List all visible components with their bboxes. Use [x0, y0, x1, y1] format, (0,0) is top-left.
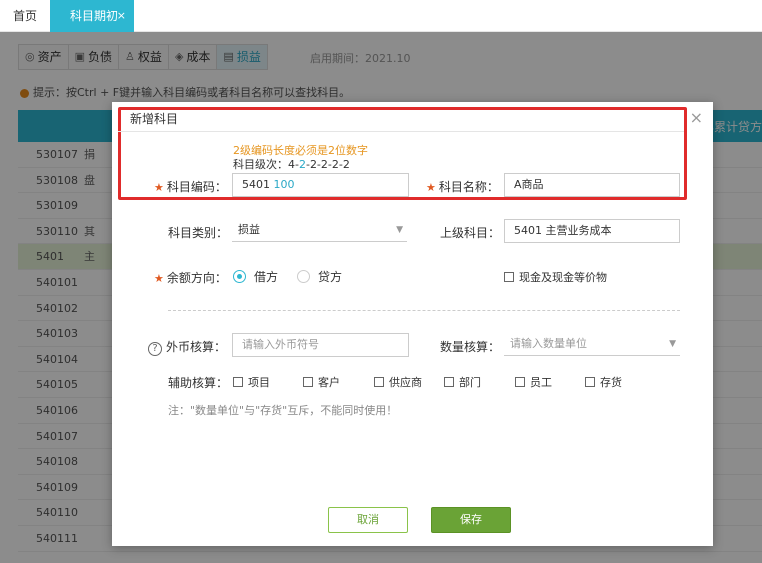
checkbox-icon [374, 377, 384, 387]
account-code-input[interactable]: 5401 100 [232, 173, 409, 197]
add-account-dialog: 新增科目 × 2级编码长度必须是2位数字 科目级次：4-2-2-2-2-2 ★ 科… [112, 102, 713, 546]
radio-checked-icon [233, 270, 246, 283]
exclusive-note: 注："数量单位"与"存货"互斥，不能同时使用！ [168, 404, 398, 417]
chevron-down-icon: ▼ [396, 225, 403, 235]
tab-opening-balance[interactable]: 科目期初 × [50, 0, 134, 32]
tab-home[interactable]: 首页 [0, 0, 50, 32]
name-label: ★ 科目名称： [426, 180, 499, 194]
account-type-select[interactable]: 损益 ▼ [232, 218, 407, 242]
direction-label: ★ 余额方向： [154, 271, 227, 285]
save-button[interactable]: 保存 [431, 507, 511, 533]
fx-label: ? 外币核算： [148, 338, 226, 356]
tab-opening-balance-label: 科目期初 [70, 9, 119, 23]
type-label: 科目类别： [168, 226, 229, 240]
parent-label: 上级科目： [440, 226, 501, 240]
checkbox-icon [444, 377, 454, 387]
aux-customer-checkbox[interactable]: 客户 [303, 374, 340, 390]
code-levels-hint: 科目级次：4-2-2-2-2-2 [233, 158, 350, 171]
required-star-icon: ★ [426, 181, 436, 194]
help-icon: ? [148, 342, 162, 356]
chevron-down-icon: ▼ [669, 339, 676, 349]
checkbox-icon [233, 377, 243, 387]
top-tab-bar: 首页 科目期初 × [0, 0, 762, 32]
aux-inventory-checkbox[interactable]: 存货 [585, 374, 622, 390]
aux-project-checkbox[interactable]: 项目 [233, 374, 270, 390]
close-icon[interactable]: × [117, 0, 126, 32]
section-divider [168, 310, 680, 311]
account-name-input[interactable]: A商品 [504, 173, 680, 197]
qty-label: 数量核算： [440, 340, 501, 354]
close-icon[interactable]: × [690, 108, 703, 127]
cash-equivalent-checkbox[interactable]: 现金及现金等价物 [504, 269, 607, 285]
dialog-title: 新增科目 [130, 112, 179, 126]
cancel-button[interactable]: 取消 [328, 507, 408, 533]
credit-radio[interactable]: 贷方 [297, 268, 342, 285]
title-divider [118, 131, 684, 132]
aux-label: 辅助核算： [168, 376, 229, 390]
qty-unit-select[interactable]: 请输入数量单位 ▼ [504, 332, 680, 356]
debit-radio[interactable]: 借方 [233, 268, 278, 285]
aux-employee-checkbox[interactable]: 员工 [515, 374, 552, 390]
checkbox-icon [515, 377, 525, 387]
checkbox-icon [585, 377, 595, 387]
checkbox-icon [303, 377, 313, 387]
aux-supplier-checkbox[interactable]: 供应商 [374, 374, 422, 390]
parent-account-input[interactable]: 5401 主营业务成本 [504, 219, 680, 243]
fx-input[interactable]: 请输入外币符号 [232, 333, 409, 357]
radio-unchecked-icon [297, 270, 310, 283]
required-star-icon: ★ [154, 181, 164, 194]
required-star-icon: ★ [154, 272, 164, 285]
code-label: ★ 科目编码： [154, 180, 227, 194]
checkbox-icon [504, 272, 514, 282]
aux-department-checkbox[interactable]: 部门 [444, 374, 481, 390]
